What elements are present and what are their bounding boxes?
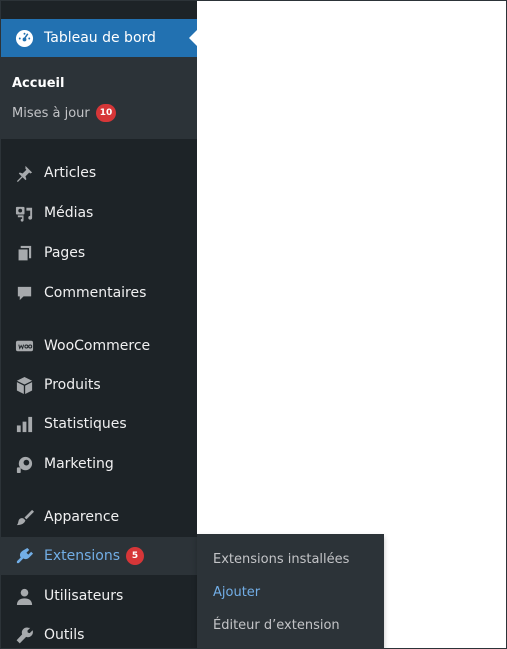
megaphone-icon — [14, 454, 34, 474]
admin-screen: Tableau de bord Accueil Mises à jour 10 … — [0, 0, 507, 649]
menu-marketing-label: Marketing — [44, 456, 114, 472]
menu-articles[interactable]: Articles — [1, 154, 197, 192]
flyout-pointer-arrow — [189, 548, 197, 564]
flyout-editor-link[interactable]: Éditeur d’extension — [213, 618, 340, 633]
menu-extensions[interactable]: Extensions 5 — [1, 537, 197, 575]
user-icon — [14, 586, 34, 606]
submenu-updates-label: Mises à jour — [12, 105, 90, 121]
admin-sidebar: Tableau de bord Accueil Mises à jour 10 … — [1, 1, 197, 648]
menu-statistiques-label: Statistiques — [44, 416, 127, 432]
submenu-home-link[interactable]: Accueil — [12, 76, 64, 91]
flyout-add-link[interactable]: Ajouter — [213, 585, 260, 600]
menu-dashboard[interactable]: Tableau de bord — [1, 19, 197, 57]
pushpin-icon — [14, 163, 34, 183]
bar-chart-icon — [14, 414, 34, 434]
menu-outils[interactable]: Outils — [1, 616, 197, 648]
menu-pages-label: Pages — [44, 245, 86, 261]
pages-icon — [14, 243, 34, 263]
box-icon — [14, 375, 34, 395]
menu-extensions-label: Extensions — [44, 548, 121, 564]
plugin-icon — [14, 546, 34, 566]
menu-outils-label: Outils — [44, 627, 85, 643]
menu-apparence-label: Apparence — [44, 509, 120, 525]
menu-apparence[interactable]: Apparence — [1, 498, 197, 536]
menu-produits[interactable]: Produits — [1, 366, 197, 404]
background-edge — [384, 601, 385, 631]
menu-marketing[interactable]: Marketing — [1, 445, 197, 483]
menu-utilisateurs[interactable]: Utilisateurs — [1, 577, 197, 615]
menu-articles-label: Articles — [44, 165, 97, 181]
paintbrush-icon — [14, 507, 34, 527]
dashboard-submenu: Accueil Mises à jour 10 — [1, 57, 197, 139]
menu-pages[interactable]: Pages — [1, 234, 197, 272]
extensions-flyout-menu: Extensions installées Ajouter Éditeur d’… — [197, 534, 384, 648]
submenu-updates-link[interactable]: Mises à jour 10 — [12, 104, 117, 122]
dashboard-gauge-icon — [14, 28, 34, 48]
woocommerce-icon — [14, 336, 34, 356]
menu-medias-label: Médias — [44, 205, 94, 221]
extensions-count-badge: 5 — [126, 547, 145, 565]
media-icon — [14, 203, 34, 223]
menu-medias[interactable]: Médias — [1, 194, 197, 232]
menu-produits-label: Produits — [44, 377, 101, 393]
updates-count-badge: 10 — [95, 104, 117, 122]
active-menu-arrow — [189, 30, 197, 46]
menu-dashboard-label: Tableau de bord — [44, 30, 156, 46]
menu-woocommerce[interactable]: WooCommerce — [1, 327, 197, 365]
flyout-installed-link[interactable]: Extensions installées — [213, 552, 349, 567]
menu-utilisateurs-label: Utilisateurs — [44, 588, 124, 604]
menu-statistiques[interactable]: Statistiques — [1, 405, 197, 443]
menu-commentaires[interactable]: Commentaires — [1, 274, 197, 312]
menu-woocommerce-label: WooCommerce — [44, 338, 151, 354]
menu-commentaires-label: Commentaires — [44, 285, 147, 301]
wrench-icon — [14, 625, 34, 645]
comment-icon — [14, 283, 34, 303]
